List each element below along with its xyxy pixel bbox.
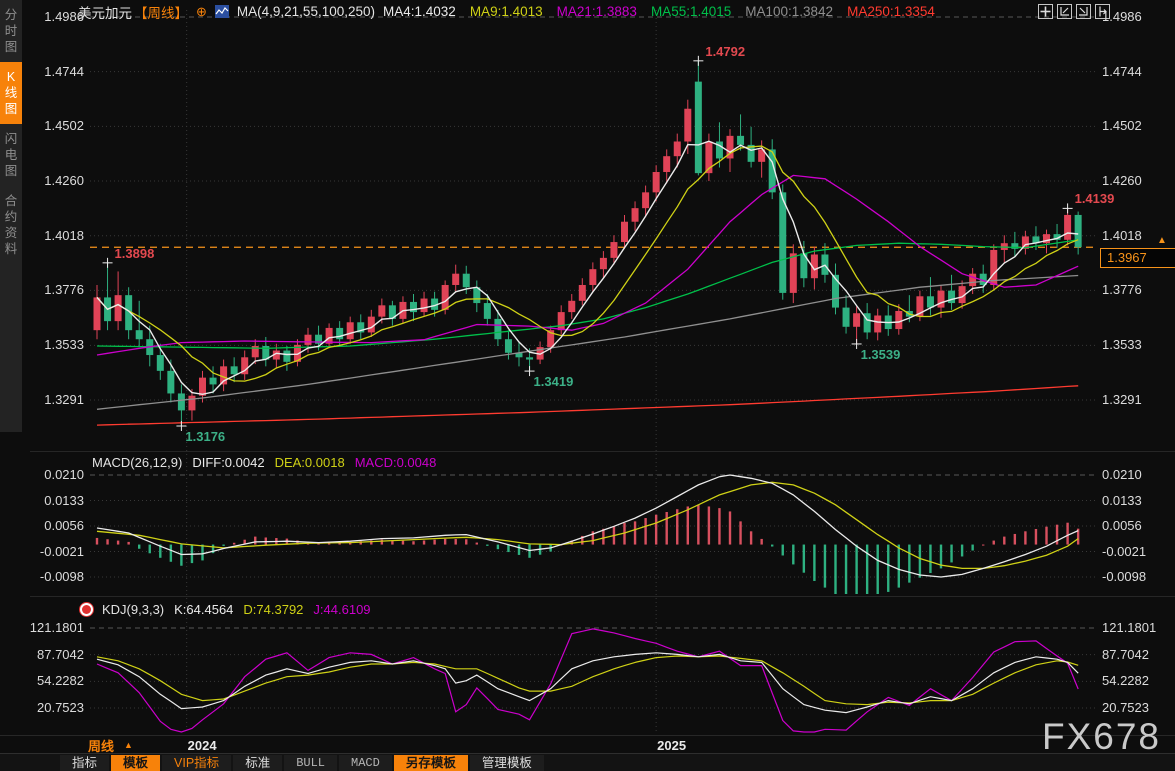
period-label: 周线 <box>88 736 114 755</box>
indicator-marker-icon <box>82 605 91 614</box>
sidebar: 分时图 K线图闪电图合约资料 <box>0 0 22 432</box>
chart-toolbar <box>1038 4 1110 19</box>
axis-tick-label: 1.3291 <box>28 392 84 407</box>
axis-tick-label: 20.7523 <box>1102 700 1166 715</box>
kdj-value-label: D:74.3792 <box>243 602 303 617</box>
pan-icon[interactable] <box>1038 4 1053 19</box>
axis-tick-label: -0.0021 <box>28 544 84 559</box>
macd-value-label: DIFF:0.0042 <box>192 455 264 470</box>
axis-tick-label: 1.4018 <box>28 228 84 243</box>
axis-tick-label: 87.7042 <box>28 647 84 662</box>
current-price-label: 1.3967 <box>1100 248 1175 268</box>
ma-values: MA4:1.4032 MA9:1.4013 MA21:1.3883 MA55:1.40… <box>383 4 935 19</box>
sidebar-item-label: 合约资料 <box>4 193 18 257</box>
low-price-label: 1.3176 <box>185 429 225 444</box>
tab-标准[interactable]: 标准 <box>233 755 282 771</box>
kdj-value-label: J:44.6109 <box>313 602 370 617</box>
tab-指标[interactable]: 指标 <box>60 755 109 771</box>
axis-tick-label: 1.4986 <box>28 9 84 24</box>
price-up-arrow-icon: ▲ <box>1157 235 1167 246</box>
ma-value-label: MA21:1.3883 <box>557 4 637 19</box>
axis-tick-label: 1.3776 <box>28 282 84 297</box>
low-price-label: 1.3539 <box>861 347 901 362</box>
bottom-tab-bar: 指标模板VIP指标标准BULLMACD另存模板管理模板 <box>0 753 1175 771</box>
axis-tick-label: 1.4744 <box>28 64 84 79</box>
year-label: 2024 <box>188 738 217 753</box>
tab-VIP指标[interactable]: VIP指标 <box>162 755 231 771</box>
axis-tick-label: 1.3291 <box>1102 392 1166 407</box>
axis-tick-label: 1.4502 <box>1102 118 1166 133</box>
axis-tick-label: 0.0133 <box>28 493 84 508</box>
high-price-label: 1.3898 <box>115 246 155 261</box>
sidebar-item-label: 分时图 <box>4 7 18 55</box>
sidebar-item-view[interactable]: 分时图 <box>0 0 22 62</box>
kdj-title: KDJ(9,3,3) <box>102 602 164 617</box>
axis-tick-label: 1.4502 <box>28 118 84 133</box>
axis-tick-label: -0.0021 <box>1102 544 1166 559</box>
ma-value-label: MA250:1.3354 <box>847 4 935 19</box>
axis-tick-label: 1.4744 <box>1102 64 1166 79</box>
axis-tick-label: -0.0098 <box>28 569 84 584</box>
add-indicator-icon[interactable]: ⊕ <box>196 4 207 20</box>
period-arrow-icon: ▲ <box>124 740 133 750</box>
tab-模板[interactable]: 模板 <box>111 755 160 771</box>
low-price-label: 1.3419 <box>534 374 574 389</box>
chart-header: 美元加元【周线】 ⊕ MA(4,9,21,55,100,250) MA4:1.4… <box>78 3 935 20</box>
ma-value-label: MA9:1.4013 <box>470 4 543 19</box>
axis-tick-label: 1.3776 <box>1102 282 1166 297</box>
axis-tick-label: 1.3533 <box>28 337 84 352</box>
axis-tick-label: 1.4260 <box>1102 173 1166 188</box>
axis-tick-label: 0.0210 <box>28 467 84 482</box>
ma-params-label: MA(4,9,21,55,100,250) <box>237 4 375 19</box>
axis-tick-label: 54.2282 <box>28 673 84 688</box>
fit-left-icon[interactable] <box>1057 4 1072 19</box>
axis-tick-label: 121.1801 <box>1102 620 1166 635</box>
macd-title: MACD(26,12,9) <box>92 455 182 470</box>
macd-value-label: MACD:0.0048 <box>355 455 437 470</box>
period-tag: 【周线】 <box>134 2 188 22</box>
axis-tick-label: 0.0210 <box>1102 467 1166 482</box>
chart-canvas[interactable] <box>0 0 1175 771</box>
axis-tick-label: 0.0056 <box>28 518 84 533</box>
trading-app-window: 分时图 K线图闪电图合约资料 美元加元【周线】 ⊕ MA(4,9,21,55,10… <box>0 0 1175 771</box>
axis-tick-label: 0.0133 <box>1102 493 1166 508</box>
axis-tick-label: 1.4260 <box>28 173 84 188</box>
tab-管理模板[interactable]: 管理模板 <box>470 755 544 771</box>
axis-tick-label: 54.2282 <box>1102 673 1166 688</box>
tab-BULL[interactable]: BULL <box>284 755 337 771</box>
sidebar-item-kline-active[interactable]: K线图 <box>0 62 22 124</box>
symbol-title: 美元加元 <box>78 2 132 22</box>
sidebar-item-label: 闪电图 <box>4 131 18 179</box>
tab-MACD[interactable]: MACD <box>339 755 392 771</box>
tab-另存模板[interactable]: 另存模板 <box>394 755 468 771</box>
axis-tick-label: 87.7042 <box>1102 647 1166 662</box>
axis-tick-label: 1.3533 <box>1102 337 1166 352</box>
ma-indicator-icon <box>215 5 229 18</box>
axis-tick-label: 1.4986 <box>1102 9 1166 24</box>
high-price-label: 1.4139 <box>1075 191 1115 206</box>
high-price-label: 1.4792 <box>705 44 745 59</box>
ma-value-label: MA55:1.4015 <box>651 4 731 19</box>
macd-header: MACD(26,12,9) DIFF:0.0042 DEA:0.0018 MACD:… <box>92 455 436 470</box>
axis-tick-label: 121.1801 <box>28 620 84 635</box>
fit-right-icon[interactable] <box>1076 4 1091 19</box>
sidebar-item-view[interactable]: 闪电图 <box>0 124 22 186</box>
year-label: 2025 <box>657 738 686 753</box>
kdj-header: KDJ(9,3,3) K:64.4564 D:74.3792 J:44.6109 <box>102 602 371 617</box>
sidebar-item-label: K线图 <box>4 69 18 117</box>
period-selector[interactable]: 周线 ▲ <box>88 737 133 753</box>
x-axis-row: 周线 ▲ 2024 2025 <box>0 735 1175 754</box>
axis-tick-label: -0.0098 <box>1102 569 1166 584</box>
watermark: FX678 <box>1042 716 1161 758</box>
axis-tick-label: 20.7523 <box>28 700 84 715</box>
macd-value-label: DEA:0.0018 <box>275 455 345 470</box>
kdj-value-label: K:64.4564 <box>174 602 233 617</box>
ma-value-label: MA100:1.3842 <box>745 4 833 19</box>
tabs: 指标模板VIP指标标准BULLMACD另存模板管理模板 <box>60 755 546 771</box>
sidebar-item-view[interactable]: 合约资料 <box>0 186 22 264</box>
axis-tick-label: 0.0056 <box>1102 518 1166 533</box>
ma-value-label: MA4:1.4032 <box>383 4 456 19</box>
